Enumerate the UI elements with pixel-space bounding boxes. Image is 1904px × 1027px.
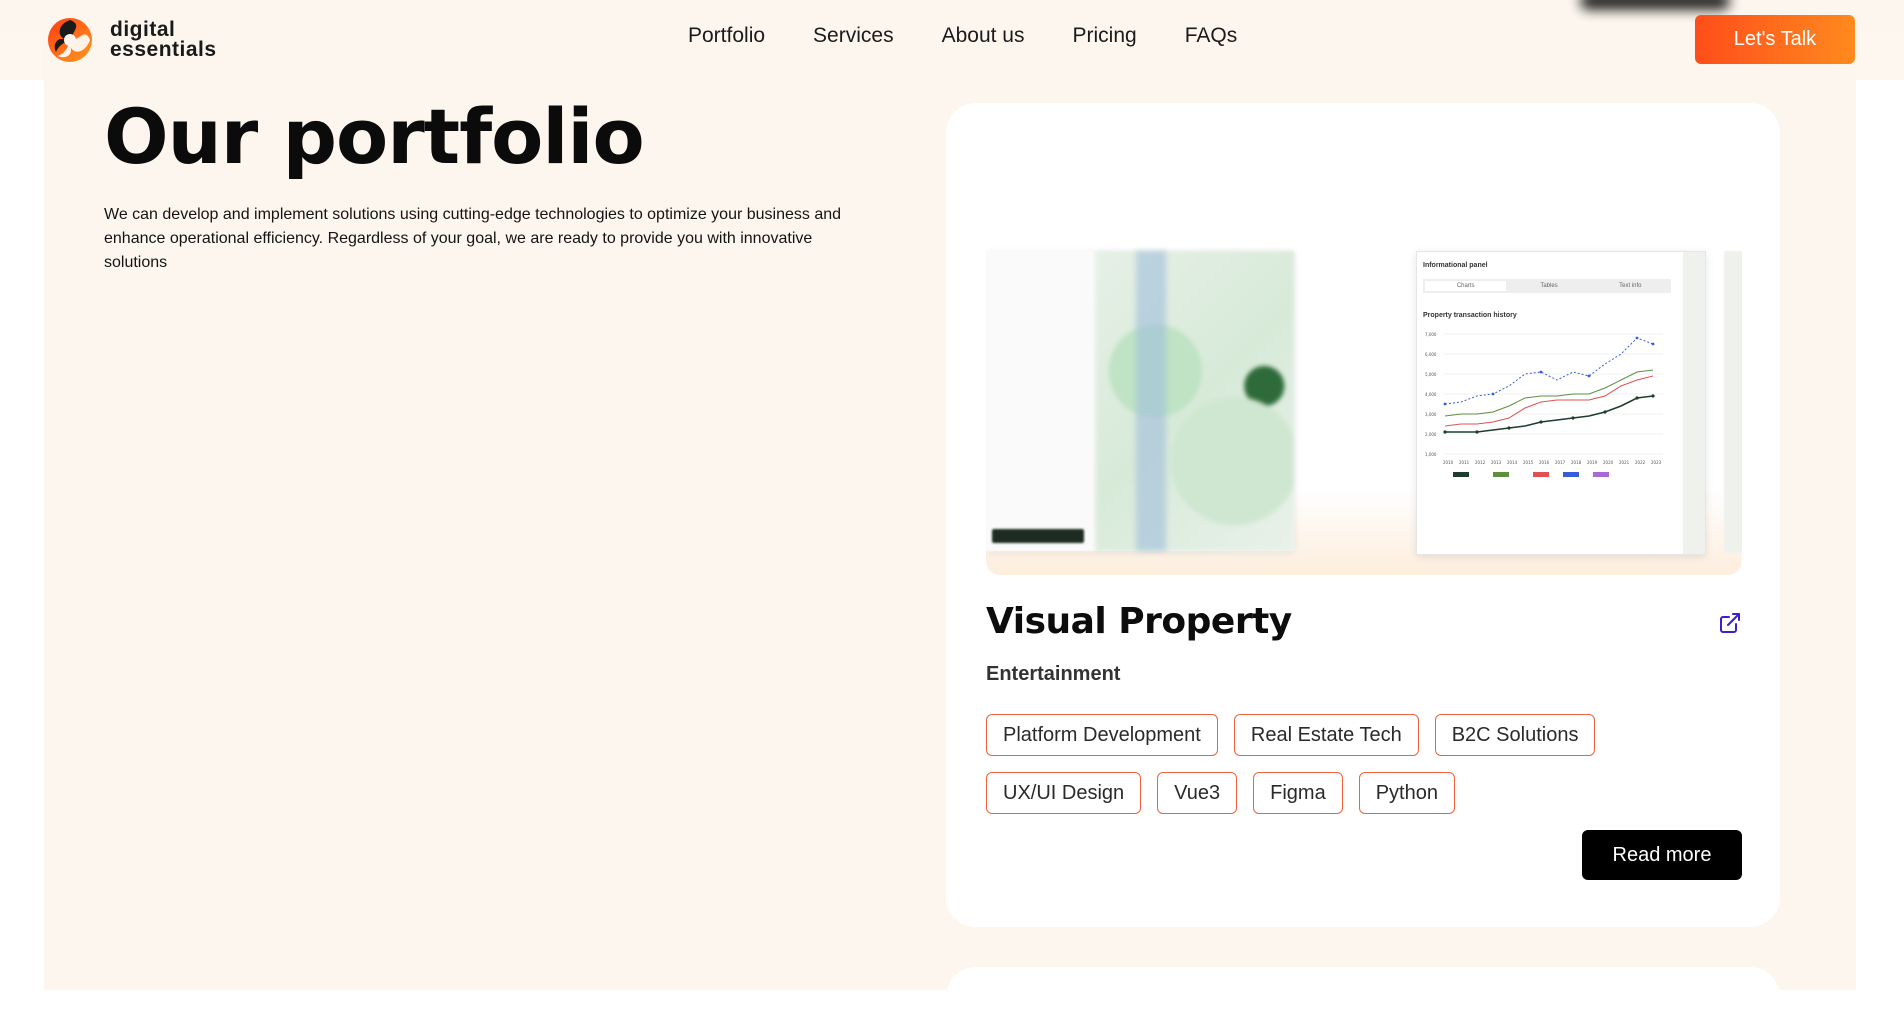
map-screenshot xyxy=(986,251,1294,551)
page-title: Our portfolio xyxy=(104,92,645,181)
x-tick: 2020 xyxy=(1603,460,1614,465)
brand-name: digital essentials xyxy=(110,18,217,61)
main-nav: Portfolio Services About us Pricing FAQs xyxy=(688,24,1237,48)
x-tick: 2011 xyxy=(1459,460,1470,465)
project-card: Informational panel Charts Tables Text i… xyxy=(946,103,1780,927)
y-tick: 4,000 xyxy=(1425,392,1437,397)
tag-vue3: Vue3 xyxy=(1157,772,1238,814)
preview-edge-strip xyxy=(1724,251,1742,553)
swirl-logo-icon xyxy=(48,18,92,62)
site-header: digital essentials Portfolio Services Ab… xyxy=(0,0,1904,80)
y-tick: 2,000 xyxy=(1425,432,1437,437)
project-tags: Platform Development Real Estate Tech B2… xyxy=(986,714,1746,814)
read-more-button[interactable]: Read more xyxy=(1582,830,1742,880)
nav-services[interactable]: Services xyxy=(813,24,894,48)
project-preview-image[interactable]: Informational panel Charts Tables Text i… xyxy=(986,143,1742,575)
x-tick: 2018 xyxy=(1571,460,1582,465)
info-panel-tabs: Charts Tables Text info xyxy=(1423,279,1671,293)
header-shadow-decoration xyxy=(1580,0,1730,10)
y-tick: 6,000 xyxy=(1425,352,1437,357)
x-tick: 2013 xyxy=(1491,460,1502,465)
map-river xyxy=(1136,251,1166,551)
map-sidebar-button xyxy=(992,529,1084,543)
transaction-history-chart: 7,000 6,000 5,000 4,000 3,000 2,000 1,00… xyxy=(1425,332,1663,477)
tag-python: Python xyxy=(1358,772,1455,814)
x-tick: 2012 xyxy=(1475,460,1486,465)
y-tick: 7,000 xyxy=(1425,332,1437,337)
brand-line1: digital xyxy=(110,18,176,41)
brand-logo[interactable]: digital essentials xyxy=(44,14,217,66)
y-tick: 1,000 xyxy=(1425,452,1437,457)
x-tick: 2022 xyxy=(1635,460,1646,465)
info-tab-tables: Tables xyxy=(1540,283,1558,289)
x-tick: 2016 xyxy=(1539,460,1550,465)
y-tick: 5,000 xyxy=(1425,372,1437,377)
x-tick: 2017 xyxy=(1555,460,1566,465)
nav-portfolio[interactable]: Portfolio xyxy=(688,24,765,48)
nav-faqs[interactable]: FAQs xyxy=(1185,24,1238,48)
info-panel-title: Informational panel xyxy=(1423,262,1488,269)
y-tick: 3,000 xyxy=(1425,412,1437,417)
info-panel-toolbar xyxy=(1683,252,1705,554)
next-project-card xyxy=(946,967,1780,1027)
map-sidebar xyxy=(986,251,1094,551)
tag-ux-ui-design: UX/UI Design xyxy=(986,772,1142,814)
tag-figma: Figma xyxy=(1253,772,1343,814)
x-tick: 2015 xyxy=(1523,460,1534,465)
external-link-icon[interactable] xyxy=(1718,611,1742,635)
info-chart-title: Property transaction history xyxy=(1423,312,1517,319)
info-tab-text: Text info xyxy=(1619,283,1642,289)
x-tick: 2021 xyxy=(1619,460,1630,465)
x-tick: 2014 xyxy=(1507,460,1518,465)
page-description: We can develop and implement solutions u… xyxy=(104,206,842,271)
lets-talk-button[interactable]: Let's Talk xyxy=(1695,15,1855,64)
tag-b2c-solutions: B2C Solutions xyxy=(1434,714,1596,756)
brand-line2: essentials xyxy=(110,38,217,61)
map-area xyxy=(1096,251,1294,551)
info-panel-screenshot: Informational panel Charts Tables Text i… xyxy=(1416,251,1706,555)
project-title: Visual Property xyxy=(986,601,1292,642)
x-tick: 2023 xyxy=(1651,460,1662,465)
x-tick: 2019 xyxy=(1587,460,1598,465)
x-tick: 2010 xyxy=(1443,460,1454,465)
nav-pricing[interactable]: Pricing xyxy=(1072,24,1136,48)
nav-about-us[interactable]: About us xyxy=(942,24,1025,48)
project-category: Entertainment xyxy=(986,663,1121,685)
tag-platform-development: Platform Development xyxy=(986,714,1218,756)
info-tab-charts: Charts xyxy=(1425,281,1507,291)
tag-real-estate-tech: Real Estate Tech xyxy=(1233,714,1419,756)
